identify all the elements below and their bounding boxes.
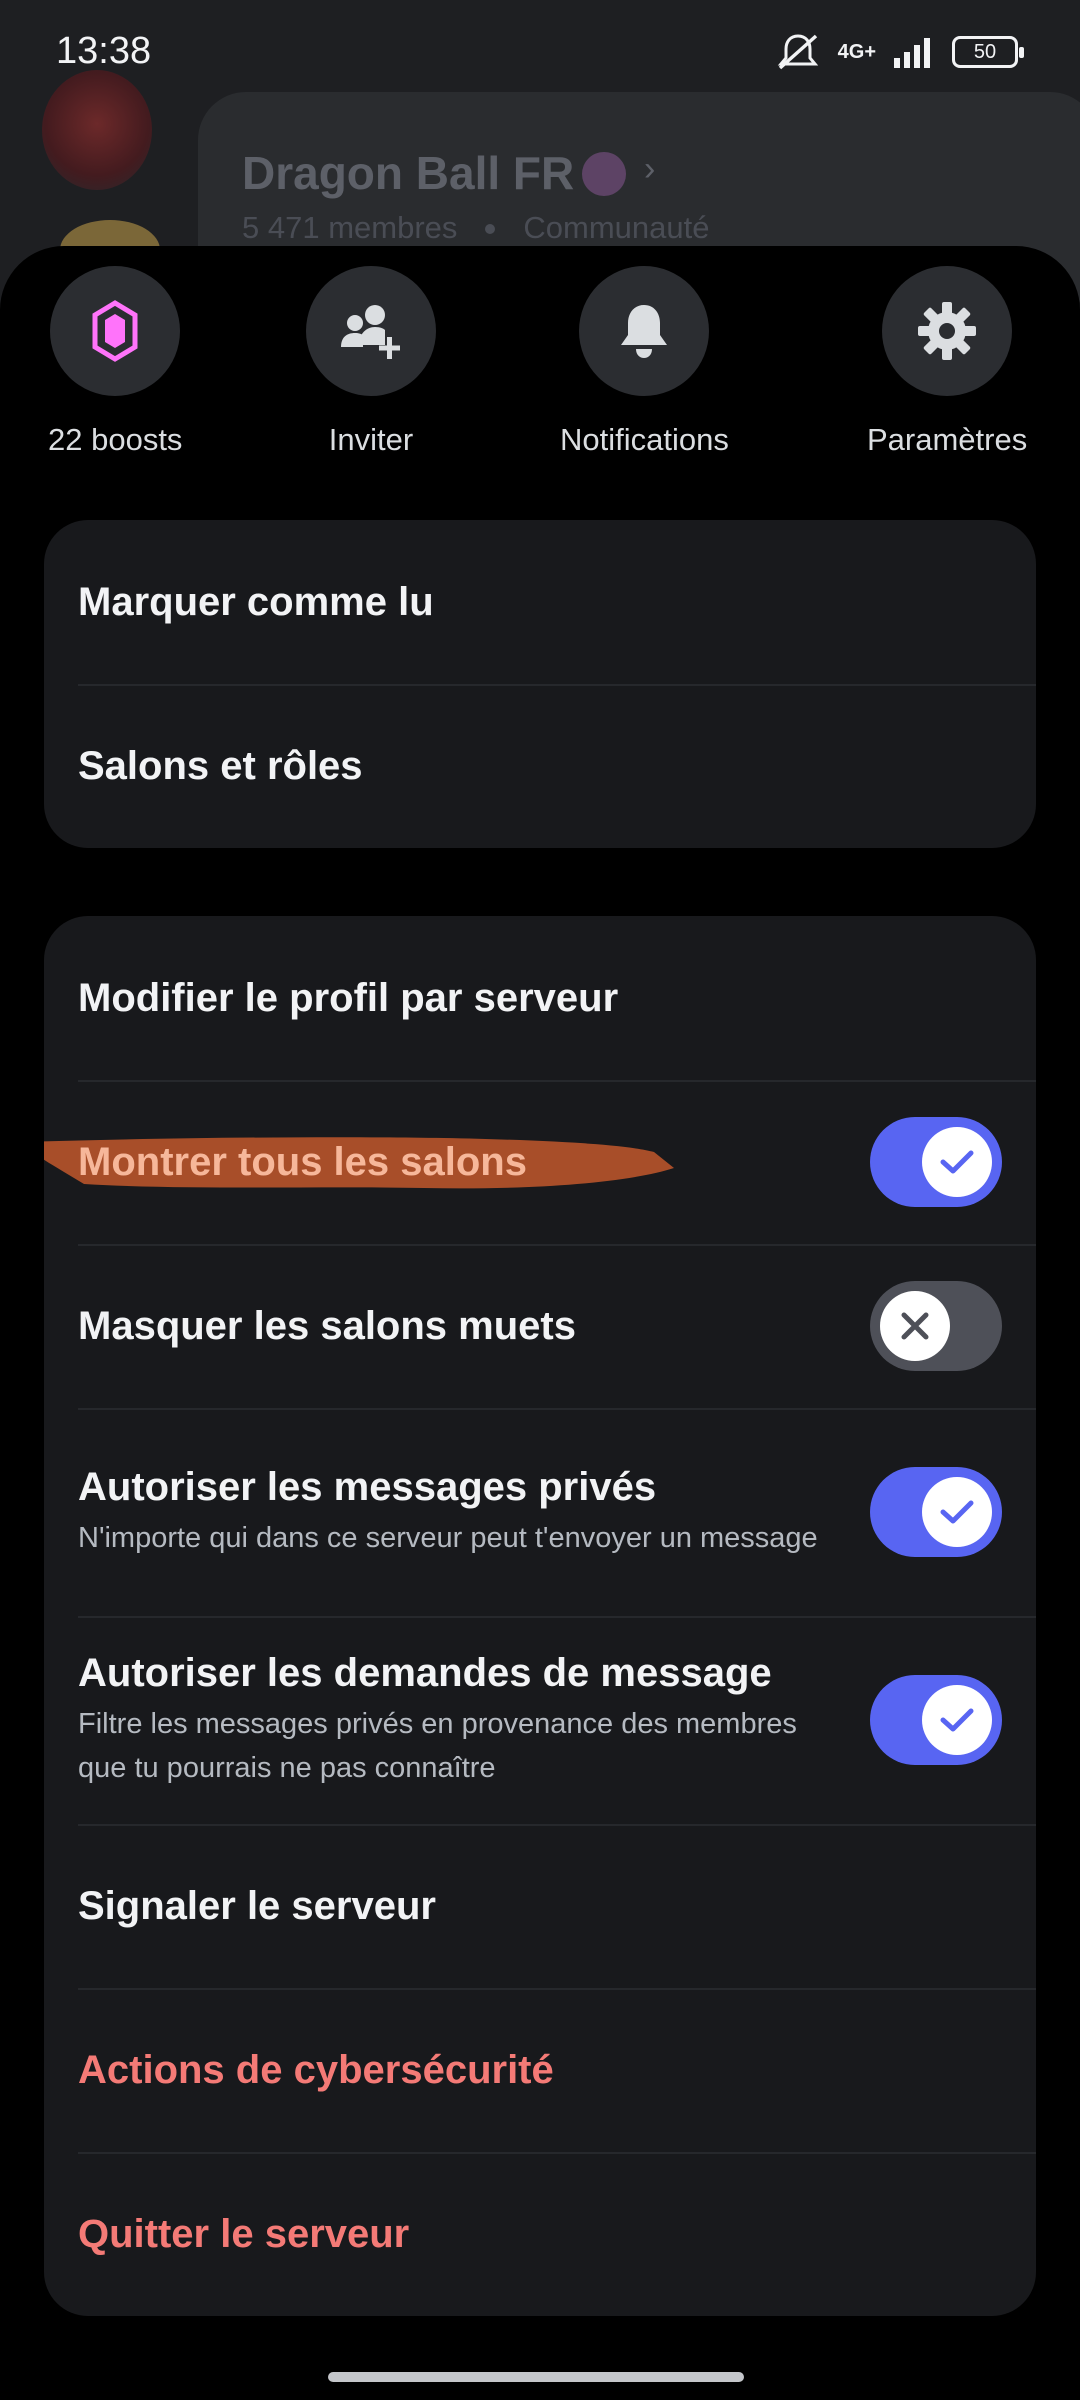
menu-item-label: Quitter le serveur xyxy=(78,2211,410,2256)
invite-label: Inviter xyxy=(328,422,414,457)
screen: Dragon Ball FR › 5 471 membres Communaut… xyxy=(0,0,1080,2400)
menu-item-label: Marquer comme lu xyxy=(78,579,434,624)
notifications-label: Notifications xyxy=(560,422,729,457)
boost-gem-icon xyxy=(92,300,138,362)
menu-item-text: Autoriser les messages privés N'importe … xyxy=(78,1465,838,1560)
status-time: 13:38 xyxy=(56,30,152,72)
menu-item-label: Signaler le serveur xyxy=(78,1883,436,1928)
security-actions-item[interactable]: Actions de cybersécurité xyxy=(44,1988,1036,2152)
menu-item-label: Montrer tous les salons xyxy=(78,1139,527,1184)
menu-item-text: Autoriser les demandes de message Filtre… xyxy=(78,1651,838,1790)
allow-dms-item[interactable]: Autoriser les messages privés N'importe … xyxy=(44,1408,1036,1616)
signal-icon xyxy=(894,38,930,68)
allow-message-requests-item[interactable]: Autoriser les demandes de message Filtre… xyxy=(44,1616,1036,1824)
check-icon xyxy=(940,1500,974,1524)
invite-user-icon xyxy=(341,305,400,359)
member-count: 5 471 membres xyxy=(242,210,458,245)
menu-group-settings: Modifier le profil par serveur Montrer t… xyxy=(44,916,1036,2316)
boosts-label: 22 boosts xyxy=(48,422,183,457)
quick-actions: 22 boosts Inviter Notifications Paramètr… xyxy=(0,266,1080,486)
invite-button[interactable]: Inviter xyxy=(306,266,436,458)
show-all-channels-item[interactable]: Montrer tous les salons xyxy=(44,1080,1036,1244)
home-indicator[interactable] xyxy=(328,2372,744,2382)
partner-badge-icon xyxy=(582,152,626,196)
edit-server-profile-item[interactable]: Modifier le profil par serveur xyxy=(44,916,1036,1080)
network-type: 4G+ xyxy=(837,41,876,63)
allow-message-requests-toggle[interactable] xyxy=(870,1675,1002,1765)
report-server-item[interactable]: Signaler le serveur xyxy=(44,1824,1036,1988)
menu-item-label: Salons et rôles xyxy=(78,743,363,788)
quick-action-circle xyxy=(579,266,710,396)
status-bar: 13:38 4G+ 50 xyxy=(0,0,1080,110)
hide-muted-channels-toggle[interactable] xyxy=(870,1281,1002,1371)
close-icon xyxy=(901,1312,929,1340)
chevron-right-icon: › xyxy=(644,150,656,188)
settings-button[interactable]: Paramètres xyxy=(867,266,1027,458)
channels-roles-item[interactable]: Salons et rôles xyxy=(44,684,1036,848)
server-meta: 5 471 membres Communauté xyxy=(242,210,709,246)
boosts-button[interactable]: 22 boosts xyxy=(48,266,182,458)
bell-icon xyxy=(621,305,668,358)
separator-dot xyxy=(485,224,496,234)
toggle-knob xyxy=(922,1127,992,1197)
community-label: Communauté xyxy=(523,210,710,245)
settings-label: Paramètres xyxy=(867,422,1028,457)
menu-item-description: N'importe qui dans ce serveur peut t'env… xyxy=(78,1521,818,1554)
server-actions-sheet: 22 boosts Inviter Notifications Paramètr… xyxy=(0,246,1080,2400)
menu-item-description: Filtre les messages privés en provenance… xyxy=(78,1707,797,1784)
mark-as-read-item[interactable]: Marquer comme lu xyxy=(44,520,1036,684)
check-icon xyxy=(940,1150,974,1174)
hide-muted-channels-item[interactable]: Masquer les salons muets xyxy=(44,1244,1036,1408)
toggle-knob xyxy=(880,1291,950,1361)
server-name: Dragon Ball FR xyxy=(242,147,575,199)
toggle-knob xyxy=(922,1477,992,1547)
menu-item-label: Actions de cybersécurité xyxy=(78,2047,554,2092)
mute-icon xyxy=(777,34,818,70)
allow-dms-toggle[interactable] xyxy=(870,1467,1002,1557)
menu-item-label: Autoriser les demandes de message xyxy=(78,1650,772,1695)
menu-group-primary: Marquer comme lu Salons et rôles xyxy=(44,520,1036,848)
menu-item-label: Autoriser les messages privés xyxy=(78,1464,657,1509)
notifications-button[interactable]: Notifications xyxy=(560,266,729,458)
quick-action-circle xyxy=(50,266,181,396)
battery-icon: 50 xyxy=(952,36,1024,68)
show-all-channels-toggle[interactable] xyxy=(870,1117,1002,1207)
check-icon xyxy=(940,1708,974,1732)
gear-icon xyxy=(918,302,977,360)
toggle-knob xyxy=(922,1685,992,1755)
status-icons: 4G+ 50 xyxy=(776,32,1024,72)
menu-item-label: Masquer les salons muets xyxy=(78,1303,576,1348)
quick-action-circle xyxy=(306,266,436,396)
quick-action-circle xyxy=(882,266,1013,396)
leave-server-item[interactable]: Quitter le serveur xyxy=(44,2152,1036,2316)
menu-item-label: Modifier le profil par serveur xyxy=(78,975,619,1020)
